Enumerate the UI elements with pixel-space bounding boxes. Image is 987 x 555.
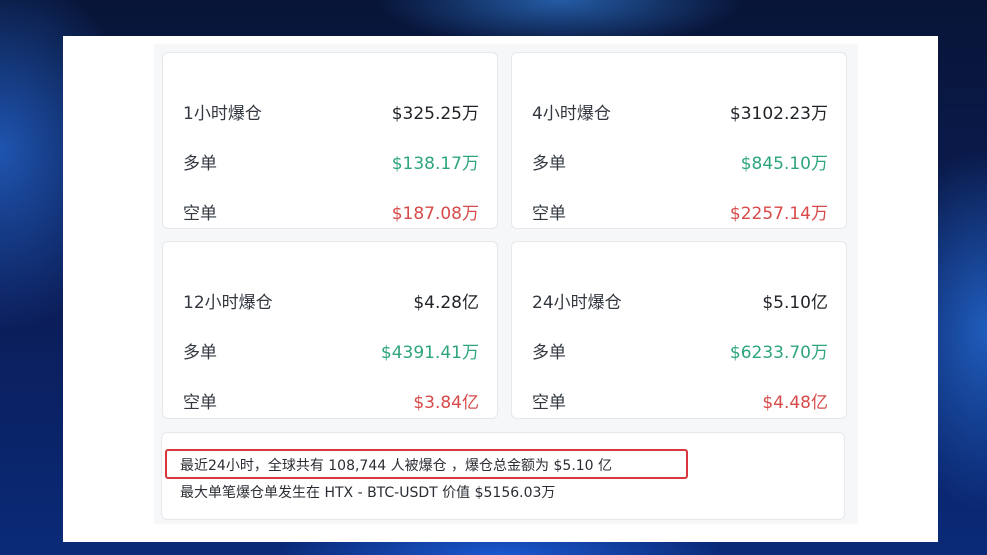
stat-box-24h: 24小时爆仓 $5.10亿 多单 $6233.70万 空单 $4.48亿 [511,241,847,419]
stat-total-row: 24小时爆仓 $5.10亿 [532,288,828,313]
total-value: $3102.23万 [729,103,828,124]
stat-short-row: 空单 $2257.14万 [532,199,828,224]
long-value: $4391.41万 [380,342,479,363]
summary-box: 最近24小时，全球共有 108,744 人被爆仓 ，爆仓总金额为 $5.10 亿… [161,432,845,520]
long-label: 多单 [183,342,217,363]
short-label: 空单 [183,203,217,224]
screenshot-card: 1小时爆仓 $325.25万 多单 $138.17万 空单 $187.08万 4… [63,36,938,542]
period-label: 12小时爆仓 [183,292,273,313]
short-label: 空单 [183,392,217,413]
long-label: 多单 [532,342,566,363]
short-label: 空单 [532,203,566,224]
period-label: 24小时爆仓 [532,292,622,313]
short-value: $3.84亿 [413,392,479,413]
short-value: $187.08万 [391,203,479,224]
long-label: 多单 [532,153,566,174]
long-value: $138.17万 [391,153,479,174]
long-value: $6233.70万 [729,342,828,363]
stat-short-row: 空单 $3.84亿 [183,388,479,413]
stat-box-1h: 1小时爆仓 $325.25万 多单 $138.17万 空单 $187.08万 [162,52,498,229]
long-value: $845.10万 [740,153,828,174]
stat-short-row: 空单 $4.48亿 [532,388,828,413]
long-label: 多单 [183,153,217,174]
period-label: 4小时爆仓 [532,103,611,124]
summary-line-largest: 最大单笔爆仓单发生在 HTX - BTC-USDT 价值 $5156.03万 [180,485,556,501]
stat-total-row: 12小时爆仓 $4.28亿 [183,288,479,313]
period-label: 1小时爆仓 [183,103,262,124]
stat-total-row: 1小时爆仓 $325.25万 [183,99,479,124]
stat-long-row: 多单 $6233.70万 [532,338,828,363]
stat-long-row: 多单 $845.10万 [532,149,828,174]
total-value: $4.28亿 [413,292,479,313]
total-value: $5.10亿 [762,292,828,313]
stat-total-row: 4小时爆仓 $3102.23万 [532,99,828,124]
short-label: 空单 [532,392,566,413]
stat-short-row: 空单 $187.08万 [183,199,479,224]
stat-long-row: 多单 $4391.41万 [183,338,479,363]
total-value: $325.25万 [391,103,479,124]
stat-box-12h: 12小时爆仓 $4.28亿 多单 $4391.41万 空单 $3.84亿 [162,241,498,419]
stat-box-4h: 4小时爆仓 $3102.23万 多单 $845.10万 空单 $2257.14万 [511,52,847,229]
short-value: $4.48亿 [762,392,828,413]
short-value: $2257.14万 [729,203,828,224]
stat-long-row: 多单 $138.17万 [183,149,479,174]
summary-line-total: 最近24小时，全球共有 108,744 人被爆仓 ，爆仓总金额为 $5.10 亿 [180,458,613,474]
